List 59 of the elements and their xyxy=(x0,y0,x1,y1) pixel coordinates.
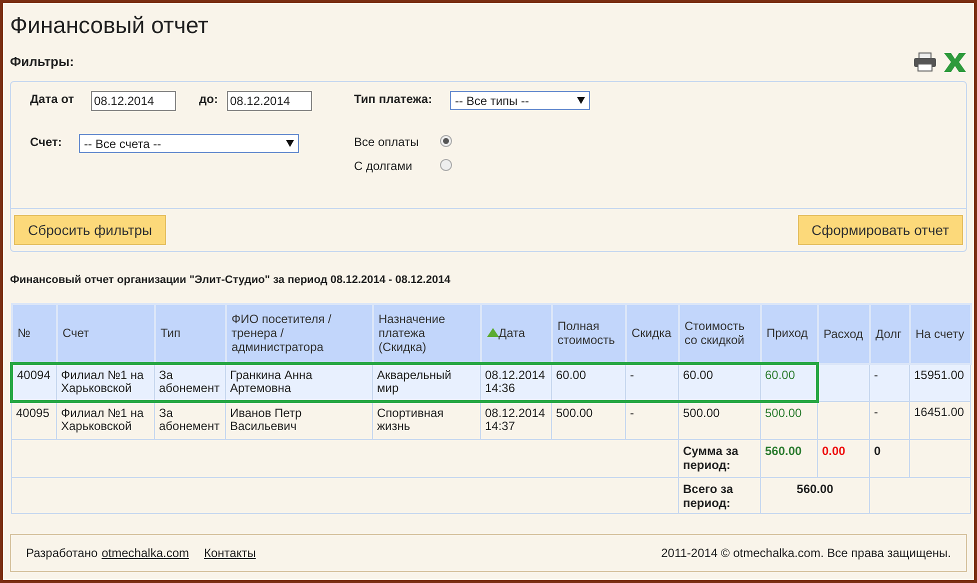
table-cell: Спортивная жизнь xyxy=(372,402,480,440)
field-label: Все оплаты xyxy=(354,134,419,151)
sum-expense: 0.00 xyxy=(818,440,870,478)
report-title: Финансовый отчет организации "Элит-Студио" за период 08.12.2014 - 08.12.2014 xyxy=(10,273,452,288)
sum-debt: 0 xyxy=(870,440,910,478)
table-cell: Филиал №1 на Харьковской xyxy=(56,364,154,402)
table-cell: Гранкина Анна Артемовна xyxy=(226,364,372,402)
contacts-link[interactable]: Контакты xyxy=(204,544,256,562)
radio-button[interactable] xyxy=(440,135,452,147)
table-cell: - xyxy=(870,364,910,402)
table-cell: - xyxy=(870,402,910,440)
field-label: Дата от xyxy=(30,91,74,108)
table-cell: - xyxy=(626,402,678,440)
table-cell: 60.00 xyxy=(678,364,760,402)
table-cell: 500.00 xyxy=(678,402,760,440)
table-cell: Акварельный мир xyxy=(372,364,480,402)
table-cell: За абонемент xyxy=(154,402,226,440)
table-cell: - xyxy=(626,364,678,402)
caret-icon xyxy=(286,140,294,147)
reset-filters-button[interactable]: Сбросить фильтры xyxy=(14,215,166,245)
table-cell: 60.00 xyxy=(552,364,626,402)
radio-button[interactable] xyxy=(440,159,452,171)
table-cell: 500.00 xyxy=(760,402,818,440)
copyright-text: 2011-2014 © otmechalka.com. Все права защищены. xyxy=(661,545,951,562)
table-cell: 500.00 xyxy=(552,402,626,440)
table-cell: 60.00 xyxy=(760,364,818,402)
table-cell: 08.12.2014 14:37 xyxy=(480,402,552,440)
table-cell: За абонемент xyxy=(154,364,226,402)
column-header[interactable]: Расход xyxy=(818,304,870,364)
sum-income: 560.00 xyxy=(760,440,818,478)
column-header[interactable]: На счету xyxy=(910,304,970,364)
field-label: С долгами xyxy=(354,158,412,175)
date-field[interactable]: 08.12.2014 xyxy=(227,91,312,111)
date-field[interactable]: 08.12.2014 xyxy=(91,91,176,111)
field-label: Счет: xyxy=(30,134,62,151)
page-title: Финансовый отчет xyxy=(10,11,210,39)
spreadsheet-icon[interactable] xyxy=(943,51,967,73)
column-header[interactable]: № xyxy=(12,304,56,364)
column-header[interactable]: Долг xyxy=(870,304,910,364)
build-report-button[interactable]: Сформировать отчет xyxy=(798,215,963,245)
printer-icon[interactable] xyxy=(913,52,937,72)
account-select[interactable]: -- Все счета -- xyxy=(79,134,299,153)
developer-link[interactable]: otmechalka.com xyxy=(102,544,189,562)
table-cell: 40095 xyxy=(12,402,56,440)
table-cell: 16451.00 xyxy=(910,402,970,440)
table-cell: 08.12.2014 14:36 xyxy=(480,364,552,402)
field-label: до: xyxy=(199,91,218,108)
caret-icon xyxy=(577,97,585,104)
filters-heading: Фильтры: xyxy=(10,53,74,72)
field-label: Тип платежа: xyxy=(354,91,432,108)
sum-label: Сумма за период: xyxy=(678,440,760,478)
table-cell: Иванов Петр Васильевич xyxy=(226,402,372,440)
footer-text: Разработано xyxy=(26,545,98,562)
total-value: 560.00 xyxy=(760,478,870,514)
table-cell: 15951.00 xyxy=(910,364,970,402)
payment-type-select[interactable]: -- Все типы -- xyxy=(450,91,590,110)
table-cell: 40094 xyxy=(12,364,56,402)
total-label: Всего за период: xyxy=(678,478,760,514)
table-cell: Филиал №1 на Харьковской xyxy=(56,402,154,440)
